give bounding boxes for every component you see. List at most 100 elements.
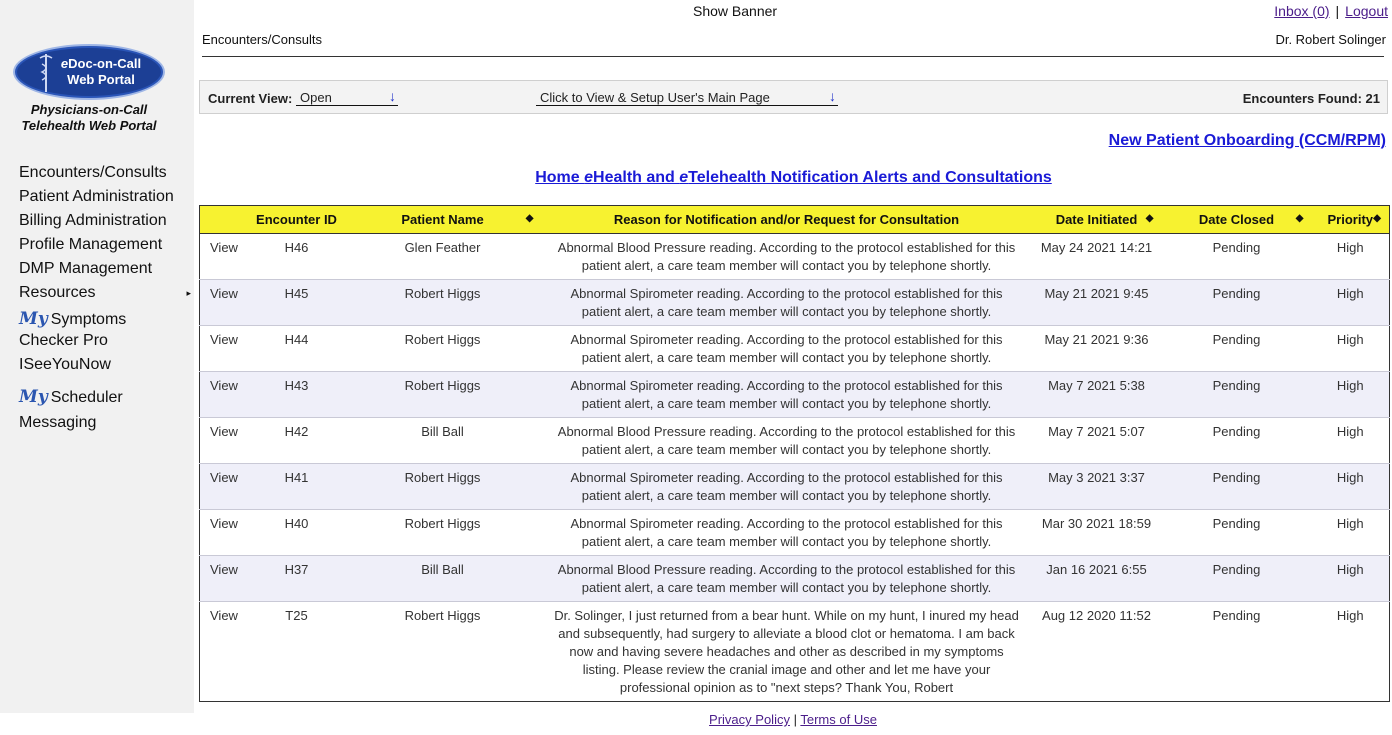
current-view-value: Open [300,90,332,105]
date-closed-cell: Pending [1161,555,1312,602]
table-row: View H44 Robert Higgs Abnormal Spirometer r… [199,325,1390,372]
col-reason: Reason for Notification and/or Request f… [541,205,1032,234]
date-closed-cell: Pending [1161,233,1312,280]
col-label: Patient Name [401,212,484,227]
table-title-link[interactable]: Home eHealth and eTelehealth Notificatio… [199,169,1388,187]
sidebar-item-label: Resources [19,284,96,301]
table-row: View H42 Bill Ball Abnormal Blood Pressure … [199,417,1390,464]
col-label: Priority [1327,212,1373,227]
sidebar-item-iseeyounow[interactable]: ISeeYouNow [19,355,191,379]
sidebar-item-billing-admin[interactable]: Billing Administration [19,211,191,235]
view-link[interactable]: View [199,279,250,326]
view-link[interactable]: View [199,555,250,602]
sidebar-item-label: Billing Administration [19,212,167,229]
encounter-id-cell: H44 [249,325,344,372]
title-part: Telehealth Notification Alerts and Consu… [688,169,1052,186]
col-priority[interactable]: Priority ◆ [1311,205,1390,234]
reason-cell: Abnormal Spirometer reading. According t… [541,509,1032,556]
col-label: Date Initiated [1055,212,1138,227]
sort-icon[interactable]: ◆ [1373,213,1381,224]
logout-link[interactable]: Logout [1345,3,1388,19]
header-divider [202,56,1384,57]
footer-separator: | [793,712,797,727]
logo-line1: Doc-on-Call [68,56,142,71]
view-link[interactable]: View [199,463,250,510]
current-view-select[interactable]: Open ↓ [296,89,398,106]
table-row: View T25 Robert Higgs Dr. Solinger, I just … [199,601,1390,702]
main-page-select[interactable]: Click to View & Setup User's Main Page ↓ [536,89,838,106]
view-link[interactable]: View [199,325,250,372]
my-brand-text: My [19,387,48,407]
sort-icon[interactable]: ◆ [526,213,534,224]
patient-name-cell: Bill Ball [343,417,542,464]
my-brand-text: My [19,309,48,329]
col-label: Date Closed [1198,212,1275,227]
encounter-id-cell: H42 [249,417,344,464]
view-link[interactable]: View [199,601,250,702]
sidebar: eDoc-on-Call Web Portal Physicians-on-Ca… [0,0,194,713]
priority-cell: High [1311,371,1390,418]
encounter-id-cell: H40 [249,509,344,556]
encounter-id-cell: T25 [249,601,344,702]
priority-cell: High [1311,233,1390,280]
sidebar-item-profile[interactable]: Profile Management [19,235,191,259]
date-closed-cell: Pending [1161,509,1312,556]
patient-name-cell: Robert Higgs [343,509,542,556]
date-closed-cell: Pending [1161,279,1312,326]
sidebar-item-symptoms-checker[interactable]: My Symptoms [19,309,191,331]
sort-icon[interactable]: ◆ [1296,213,1304,224]
sidebar-item-label: Symptoms [50,311,127,328]
table-row: View H45 Robert Higgs Abnormal Spirometer r… [199,279,1390,326]
reason-cell: Abnormal Blood Pressure reading. Accordi… [541,417,1032,464]
logo-sub1: Physicians-on-Call [30,102,148,117]
date-closed-cell: Pending [1161,601,1312,702]
date-initiated-cell: May 24 2021 14:21 [1031,233,1162,280]
logo[interactable]: eDoc-on-Call Web Portal Physicians-on-Ca… [13,44,165,134]
view-toolbar: Current View: Open ↓ Click to View & Set… [199,80,1388,114]
col-date-initiated[interactable]: Date Initiated ◆ [1031,205,1162,234]
show-banner-toggle[interactable]: Show Banner [693,3,777,19]
priority-cell: High [1311,325,1390,372]
col-patient-name[interactable]: Patient Name ◆ [343,205,542,234]
priority-cell: High [1311,555,1390,602]
terms-of-use-link[interactable]: Terms of Use [800,712,877,727]
sidebar-item-label: Profile Management [19,236,163,253]
view-link[interactable]: View [199,509,250,556]
priority-cell: High [1311,601,1390,702]
sidebar-item-label: Scheduler [50,389,123,406]
sort-icon[interactable]: ◆ [1146,213,1154,224]
col-label: Reason for Notification and/or Request f… [613,212,960,227]
sidebar-item-resources[interactable]: Resources ▸ [19,283,191,307]
date-closed-cell: Pending [1161,463,1312,510]
view-link[interactable]: View [199,371,250,418]
new-patient-onboarding-link[interactable]: New Patient Onboarding (CCM/RPM) [1109,132,1386,150]
sidebar-item-encounters[interactable]: Encounters/Consults [19,163,191,187]
col-encounter-id[interactable]: Encounter ID [249,205,344,234]
date-closed-cell: Pending [1161,325,1312,372]
title-part: Health and [593,169,680,186]
logo-subtitle: Physicians-on-Call Telehealth Web Portal [7,102,171,134]
sidebar-item-checker-pro[interactable]: Checker Pro [19,331,191,355]
patient-name-cell: Robert Higgs [343,325,542,372]
col-date-closed[interactable]: Date Closed ◆ [1161,205,1312,234]
view-link[interactable]: View [199,417,250,464]
table-row: View H40 Robert Higgs Abnormal Spirometer r… [199,509,1390,556]
patient-name-cell: Bill Ball [343,555,542,602]
reason-cell: Abnormal Spirometer reading. According t… [541,325,1032,372]
reason-cell: Abnormal Spirometer reading. According t… [541,279,1032,326]
logo-text: eDoc-on-Call Web Portal [45,56,157,88]
encounter-id-cell: H37 [249,555,344,602]
chevron-right-icon: ▸ [186,288,191,298]
sidebar-item-messaging[interactable]: Messaging [19,413,191,437]
patient-name-cell: Robert Higgs [343,371,542,418]
title-part: e [584,169,594,186]
view-link[interactable]: View [199,233,250,280]
reason-cell: Abnormal Spirometer reading. According t… [541,463,1032,510]
sidebar-item-scheduler[interactable]: My Scheduler [19,387,191,411]
inbox-link[interactable]: Inbox (0) [1274,3,1329,19]
date-initiated-cell: May 7 2021 5:38 [1031,371,1162,418]
date-initiated-cell: Jan 16 2021 6:55 [1031,555,1162,602]
sidebar-item-dmp[interactable]: DMP Management [19,259,191,283]
sidebar-item-patient-admin[interactable]: Patient Administration [19,187,191,211]
privacy-policy-link[interactable]: Privacy Policy [709,712,790,727]
